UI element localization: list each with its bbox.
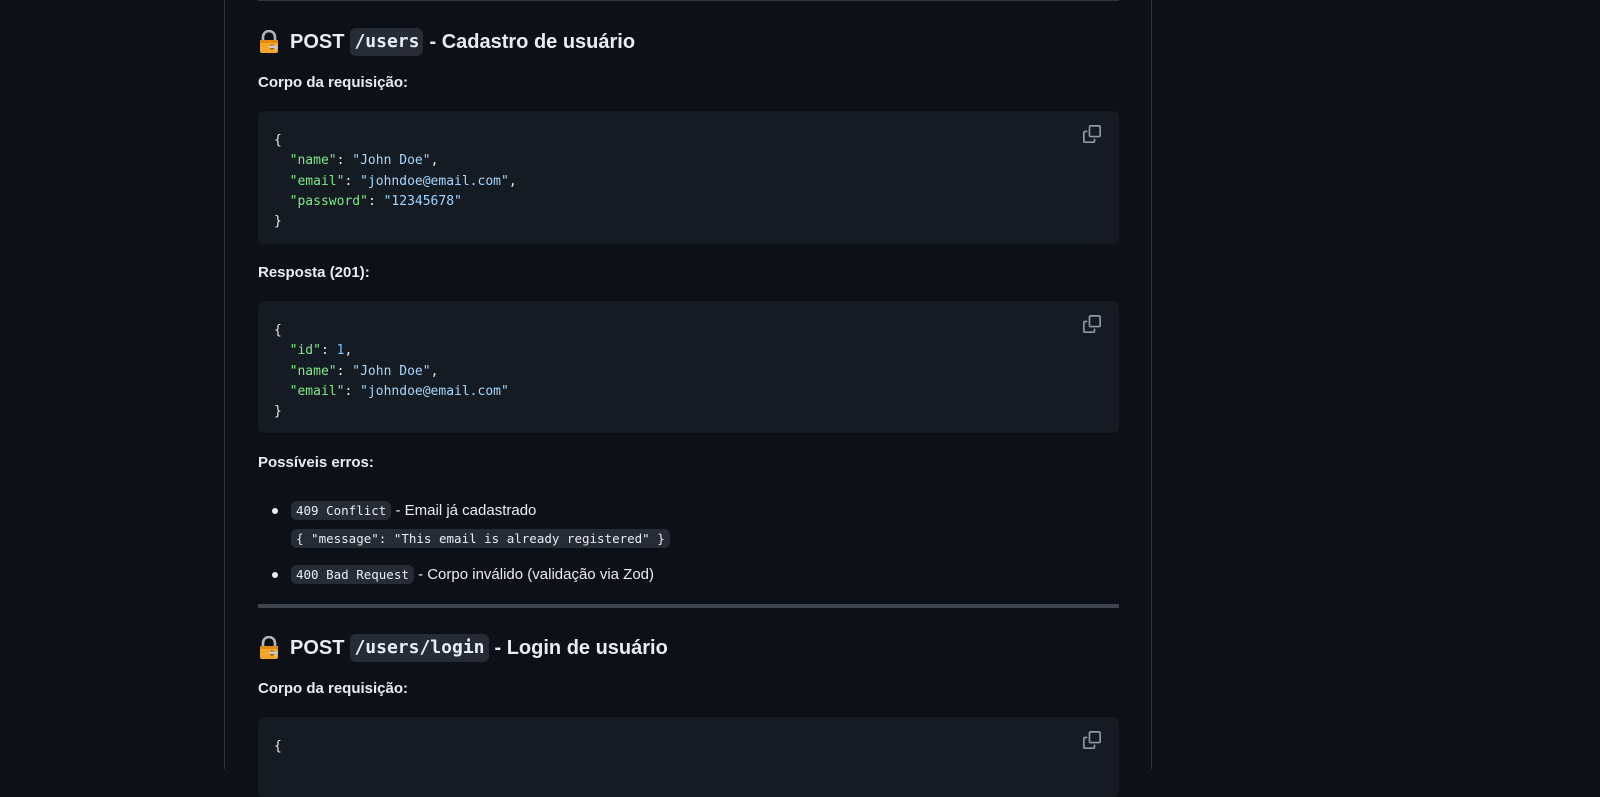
list-item: 400 Bad Request - Corpo inválido (valida… — [258, 562, 1119, 588]
request-body-label: Corpo da requisição: — [258, 680, 409, 697]
response-label: Resposta (201): — [258, 264, 370, 281]
horizontal-rule — [258, 604, 1119, 608]
status-code: 400 Bad Request — [291, 565, 414, 584]
json-key: "id" — [289, 343, 321, 359]
json-brace: } — [274, 214, 282, 230]
status-code: 409 Conflict — [291, 501, 392, 520]
endpoint-path: /users — [350, 28, 424, 56]
endpoint-title: - Cadastro de usuário — [429, 31, 636, 53]
markdown-body: POST /users - Cadastro de usuário Corpo … — [258, 0, 1119, 797]
error-description: - Email já cadastrado — [395, 502, 537, 519]
errors-label: Possíveis erros: — [258, 454, 374, 471]
json-value: "johndoe@email.com" — [360, 383, 509, 399]
http-method: POST — [290, 637, 345, 659]
json-value: "johndoe@email.com" — [360, 173, 509, 189]
response-json: { "id": 1, "name": "John Doe", "email": … — [274, 323, 509, 420]
json-value: "12345678" — [383, 193, 462, 209]
error-response-example: { "message": "This email is already regi… — [291, 529, 670, 548]
locked-with-key-icon — [258, 30, 280, 54]
json-value: 1 — [336, 343, 345, 359]
http-method: POST — [290, 31, 345, 53]
json-brace: } — [274, 404, 282, 420]
errors-list: 409 Conflict - Email já cadastrado { "me… — [258, 498, 1119, 588]
locked-with-key-icon — [258, 636, 280, 660]
json-brace: { — [274, 323, 282, 338]
endpoint-path: /users/login — [350, 634, 489, 662]
endpoint-heading-login: POST /users/login - Login de usuário — [258, 634, 668, 662]
readme-article: POST /users - Cadastro de usuário Corpo … — [224, 0, 1152, 797]
json-key: "password" — [289, 193, 368, 209]
json-key: "name" — [289, 153, 337, 169]
json-value: "John Doe" — [352, 363, 431, 379]
json-value: "John Doe" — [352, 153, 431, 169]
list-item: 409 Conflict - Email já cadastrado { "me… — [258, 498, 1119, 550]
request-json: { "name": "John Doe", "email": "johndoe@… — [274, 133, 517, 230]
response-code-block: { "id": 1, "name": "John Doe", "email": … — [258, 301, 1119, 433]
request-json: { — [274, 739, 282, 754]
request-code-block: { "name": "John Doe", "email": "johndoe@… — [258, 111, 1119, 244]
json-key: "email" — [289, 383, 345, 399]
endpoint-heading-register: POST /users - Cadastro de usuário — [258, 28, 635, 56]
json-brace: { — [274, 133, 282, 148]
horizontal-rule — [258, 0, 1119, 1]
json-key: "name" — [289, 363, 337, 379]
error-description: - Corpo inválido (validação via Zod) — [418, 566, 655, 583]
copy-icon[interactable] — [1083, 731, 1103, 751]
endpoint-title: - Login de usuário — [494, 637, 668, 659]
request-code-block: { — [258, 717, 1119, 797]
request-body-label: Corpo da requisição: — [258, 74, 409, 91]
json-key: "email" — [289, 173, 345, 189]
copy-icon[interactable] — [1083, 315, 1103, 335]
copy-icon[interactable] — [1083, 125, 1103, 145]
